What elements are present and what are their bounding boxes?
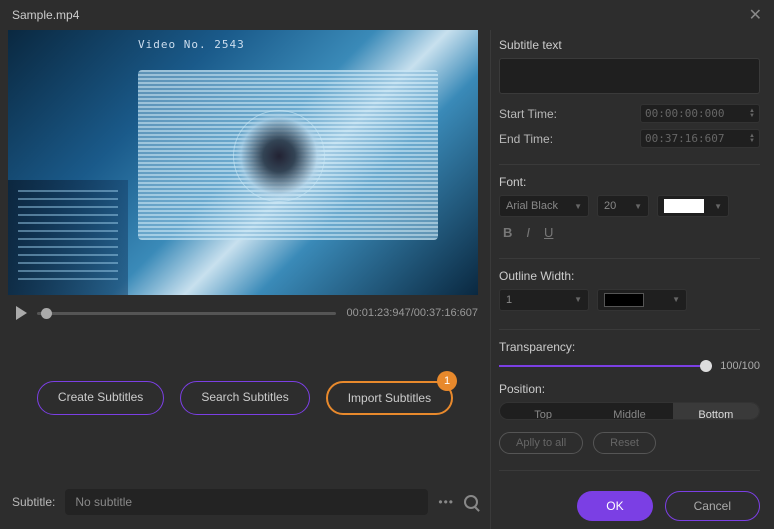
import-badge: 1 bbox=[437, 371, 457, 391]
chevron-down-icon: ▼ bbox=[574, 295, 582, 304]
end-time-input[interactable]: 00:37:16:607 ▲▼ bbox=[640, 129, 760, 148]
apply-to-all-button[interactable]: Aplly to all bbox=[499, 432, 583, 454]
timecode: 00:01:23:947/00:37:16:607 bbox=[346, 307, 478, 319]
transparency-row: 100/100 bbox=[499, 360, 760, 372]
italic-button[interactable]: I bbox=[526, 225, 530, 240]
start-time-spinner[interactable]: ▲▼ bbox=[749, 109, 755, 119]
position-top[interactable]: Top bbox=[500, 403, 586, 420]
titlebar: Sample.mp4 ✕ bbox=[0, 0, 774, 30]
font-label: Font: bbox=[499, 175, 760, 189]
panel-actions: Aplly to all Reset bbox=[499, 432, 760, 454]
end-time-row: End Time: 00:37:16:607 ▲▼ bbox=[499, 129, 760, 148]
seek-thumb[interactable] bbox=[41, 308, 52, 319]
divider bbox=[499, 164, 760, 165]
divider bbox=[499, 470, 760, 471]
transparency-label: Transparency: bbox=[499, 340, 760, 354]
main-area: Video No. 2543 00:01:23:947/00:37:16:607… bbox=[0, 30, 774, 529]
start-time-row: Start Time: 00:00:00:000 ▲▼ bbox=[499, 104, 760, 123]
chevron-down-icon: ▼ bbox=[634, 202, 642, 211]
subtitle-text-label: Subtitle text bbox=[499, 38, 760, 52]
font-color-select[interactable]: ▼ bbox=[657, 195, 729, 217]
window-title: Sample.mp4 bbox=[12, 8, 79, 22]
start-time-input[interactable]: 00:00:00:000 ▲▼ bbox=[640, 104, 760, 123]
outline-width-value: 1 bbox=[506, 294, 512, 306]
color-swatch-black bbox=[604, 293, 644, 307]
subtitle-text-area[interactable] bbox=[499, 58, 760, 94]
font-row: Arial Black ▼ 20 ▼ ▼ bbox=[499, 195, 760, 217]
subtitle-input[interactable] bbox=[65, 489, 428, 515]
search-subtitles-button[interactable]: Search Subtitles bbox=[180, 381, 309, 415]
font-size-value: 20 bbox=[604, 200, 616, 212]
end-time-spinner[interactable]: ▲▼ bbox=[749, 134, 755, 144]
font-size-select[interactable]: 20 ▼ bbox=[597, 195, 649, 217]
chevron-down-icon: ▼ bbox=[574, 202, 582, 211]
position-label: Position: bbox=[499, 382, 760, 396]
left-pane: Video No. 2543 00:01:23:947/00:37:16:607… bbox=[0, 30, 490, 529]
start-time-label: Start Time: bbox=[499, 107, 557, 121]
chevron-down-icon: ▼ bbox=[714, 202, 722, 211]
footer-buttons: OK Cancel bbox=[499, 481, 760, 521]
more-icon[interactable]: ••• bbox=[438, 495, 454, 509]
outline-label: Outline Width: bbox=[499, 269, 760, 283]
outline-row: 1▼ ▼ bbox=[499, 289, 760, 311]
import-subtitles-label: Import Subtitles bbox=[348, 391, 431, 405]
play-icon[interactable] bbox=[16, 306, 27, 320]
video-preview[interactable]: Video No. 2543 bbox=[8, 30, 478, 295]
subtitle-label: Subtitle: bbox=[12, 495, 55, 509]
end-time-label: End Time: bbox=[499, 132, 553, 146]
subtitle-actions: Create Subtitles Search Subtitles Import… bbox=[8, 381, 482, 415]
outline-width-select[interactable]: 1▼ bbox=[499, 289, 589, 311]
divider bbox=[499, 329, 760, 330]
font-family-select[interactable]: Arial Black ▼ bbox=[499, 195, 589, 217]
preview-overlay-text: Video No. 2543 bbox=[138, 38, 245, 51]
seek-track[interactable] bbox=[37, 312, 336, 315]
preview-side-graphic bbox=[8, 180, 128, 295]
time-total: 00:37:16:607 bbox=[414, 307, 478, 319]
cancel-button[interactable]: Cancel bbox=[665, 491, 760, 521]
time-current: 00:01:23:947 bbox=[346, 307, 410, 319]
slider-thumb[interactable] bbox=[700, 360, 712, 372]
underline-button[interactable]: U bbox=[544, 225, 553, 240]
position-selector: Top Middle Bottom bbox=[499, 402, 760, 421]
bold-button[interactable]: B bbox=[503, 225, 512, 240]
reset-button[interactable]: Reset bbox=[593, 432, 656, 454]
start-time-value: 00:00:00:000 bbox=[645, 107, 724, 120]
playback-controls: 00:01:23:947/00:37:16:607 bbox=[8, 295, 482, 331]
transparency-slider[interactable] bbox=[499, 365, 712, 367]
search-icon[interactable] bbox=[464, 495, 478, 509]
import-subtitles-button[interactable]: Import Subtitles 1 bbox=[326, 381, 453, 415]
transparency-value: 100/100 bbox=[720, 360, 760, 372]
preview-graphic bbox=[138, 70, 438, 240]
position-middle[interactable]: Middle bbox=[586, 403, 672, 420]
outline-color-select[interactable]: ▼ bbox=[597, 289, 687, 311]
color-swatch-white bbox=[664, 199, 704, 213]
subtitle-bar: Subtitle: ••• bbox=[8, 483, 482, 521]
position-bottom[interactable]: Bottom bbox=[673, 403, 759, 420]
close-icon[interactable]: ✕ bbox=[749, 5, 762, 25]
create-subtitles-button[interactable]: Create Subtitles bbox=[37, 381, 164, 415]
font-family-value: Arial Black bbox=[506, 200, 558, 212]
ok-button[interactable]: OK bbox=[577, 491, 652, 521]
chevron-down-icon: ▼ bbox=[672, 295, 680, 304]
end-time-value: 00:37:16:607 bbox=[645, 132, 724, 145]
divider bbox=[499, 258, 760, 259]
right-panel: Subtitle text Start Time: 00:00:00:000 ▲… bbox=[490, 30, 774, 529]
format-row: B I U bbox=[499, 225, 760, 240]
